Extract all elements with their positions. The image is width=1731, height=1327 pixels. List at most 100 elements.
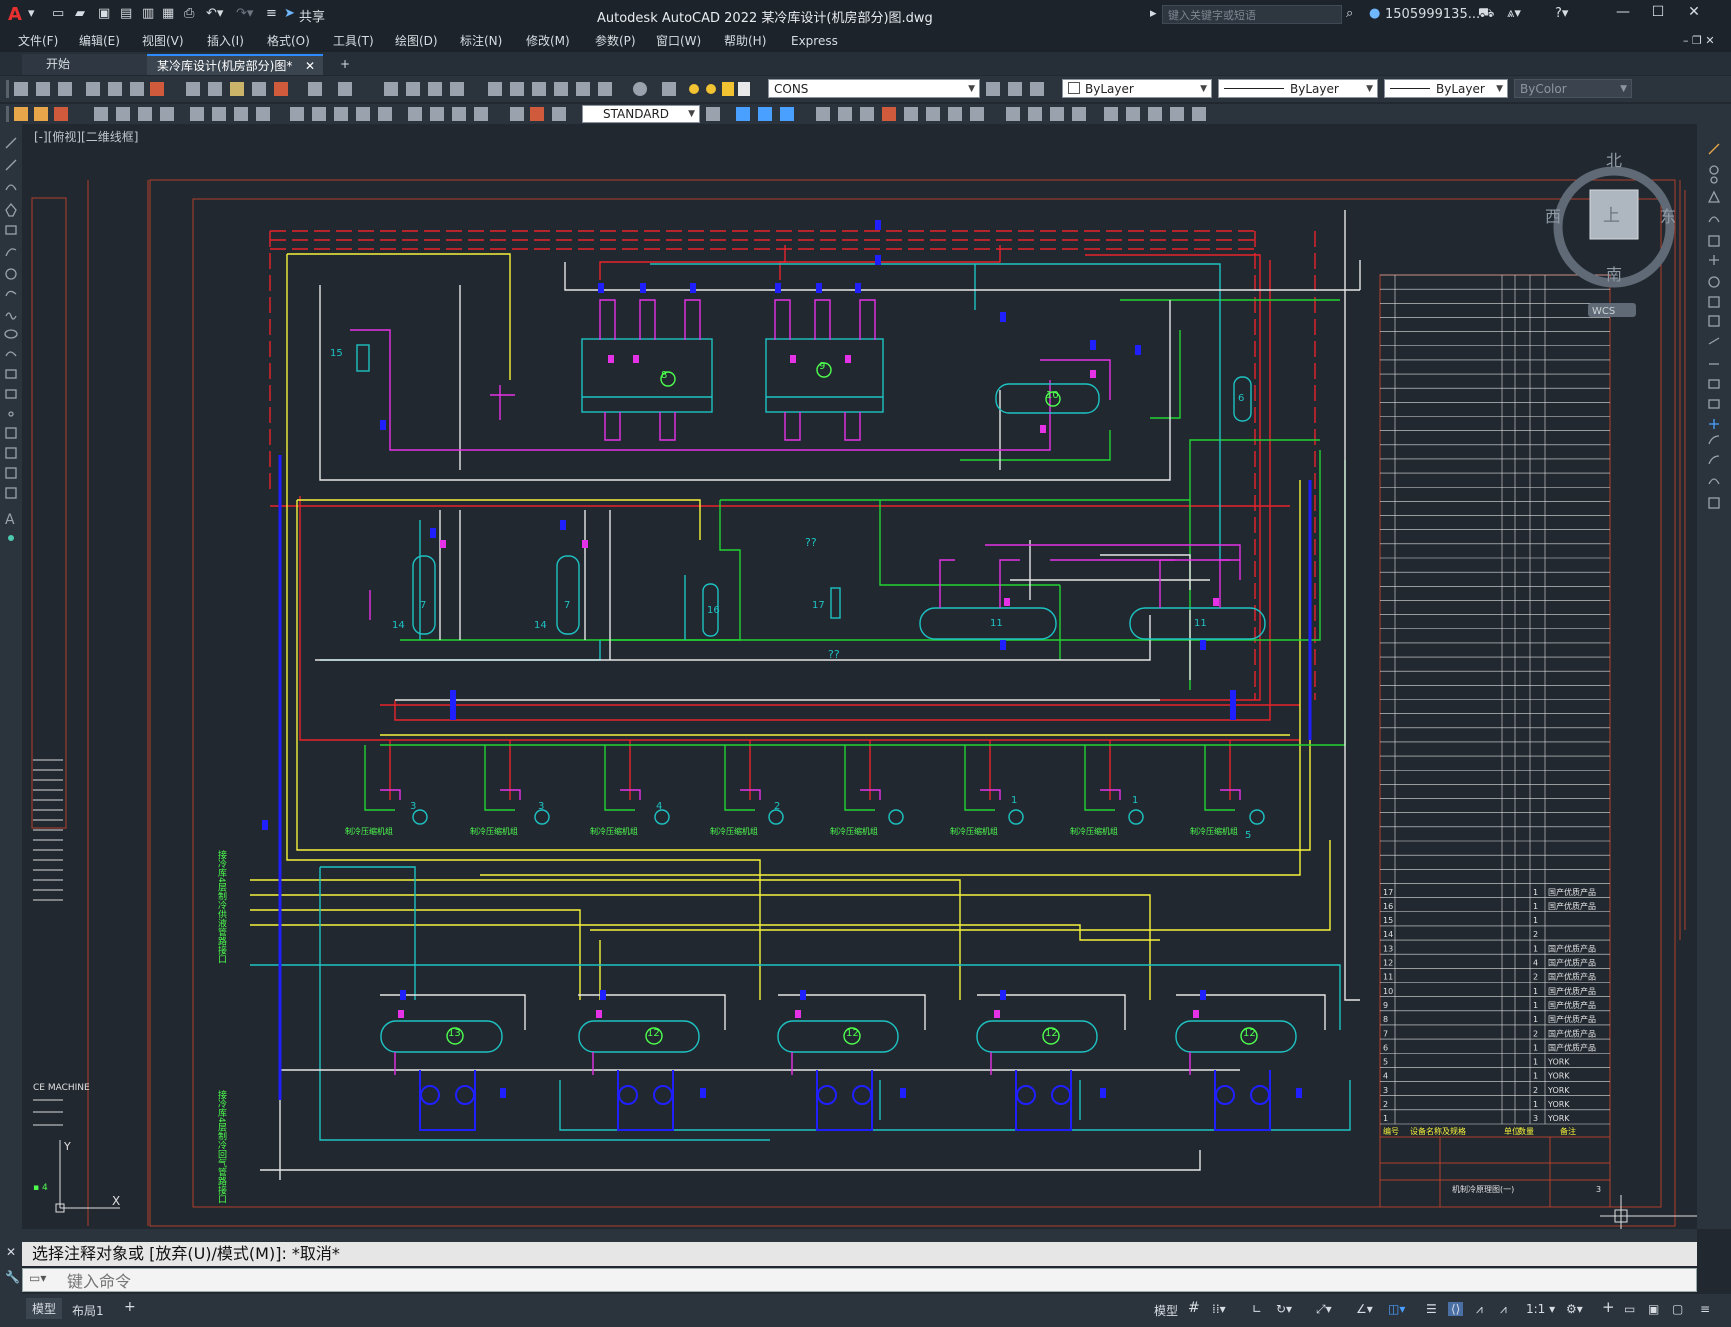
selection-cycling-icon[interactable]: ⩘ bbox=[1476, 1302, 1483, 1317]
lineweight-dropdown[interactable]: ByLayer ▼ bbox=[1384, 79, 1508, 98]
save-as-icon[interactable]: ▤ bbox=[120, 6, 132, 21]
transparency-icon[interactable]: ⟨⟩ bbox=[1448, 1302, 1464, 1316]
user-name[interactable]: 1505999135... bbox=[1385, 7, 1480, 22]
text-style-dropdown[interactable]: STANDARD ▼ bbox=[582, 105, 700, 123]
table-row-qty: 1 bbox=[1533, 1100, 1538, 1109]
menu-parametric[interactable]: 参数(P) bbox=[595, 30, 636, 52]
menu-express[interactable]: Express bbox=[791, 30, 838, 52]
modify-toolbar bbox=[1697, 124, 1731, 1229]
units-icon[interactable]: ▭ bbox=[1624, 1302, 1635, 1316]
isodraft-icon[interactable]: ⤢▾ bbox=[1316, 1302, 1332, 1317]
layer-dropdown[interactable]: CONS ▼ bbox=[768, 79, 980, 98]
maximize-icon[interactable]: ☐ bbox=[1647, 4, 1669, 20]
redo-icon[interactable]: ↷▾ bbox=[236, 6, 253, 21]
linetype-swatch bbox=[1224, 88, 1284, 89]
menu-format[interactable]: 格式(O) bbox=[267, 30, 310, 52]
viewcube-west[interactable]: 西 bbox=[1545, 207, 1561, 226]
toolbar-dimension-icons[interactable] bbox=[0, 104, 1731, 124]
app-menu-arrow-icon[interactable]: ▾ bbox=[28, 6, 35, 21]
table-row-note: YORK bbox=[1547, 1114, 1570, 1123]
object-snap-tracking-icon[interactable]: ∠▾ bbox=[1356, 1302, 1373, 1316]
command-input[interactable] bbox=[65, 1271, 1569, 1291]
annotation-scale[interactable]: 1:1 ▾ bbox=[1526, 1302, 1555, 1316]
search-icon[interactable]: ⌕ bbox=[1346, 6, 1353, 21]
doc-window-controls[interactable]: – ❐ ✕ bbox=[1683, 30, 1715, 52]
hardware-acceleration-icon[interactable]: ▣ bbox=[1648, 1302, 1659, 1316]
help-icon[interactable]: ?▾ bbox=[1555, 6, 1568, 21]
unit-number-label: 3 bbox=[410, 801, 417, 812]
clean-screen-icon[interactable]: ▢ bbox=[1672, 1302, 1683, 1316]
menu-file[interactable]: 文件(F) bbox=[18, 30, 58, 52]
command-handle[interactable]: ✕ 🔧 bbox=[0, 1229, 22, 1294]
lineweight-icon[interactable]: ☰ bbox=[1426, 1302, 1437, 1316]
menu-draw[interactable]: 绘图(D) bbox=[395, 30, 438, 52]
color-dropdown[interactable]: ByLayer ▼ bbox=[1062, 79, 1212, 98]
customize-qa-icon[interactable]: ≡ bbox=[266, 6, 277, 21]
open-web-icon[interactable]: ▥ bbox=[142, 6, 154, 21]
viewcube-south[interactable]: 南 bbox=[1606, 265, 1622, 284]
customize-icon[interactable]: 🔧 bbox=[5, 1270, 20, 1284]
save-icon[interactable]: ▣ bbox=[98, 6, 110, 21]
close-command-icon[interactable]: ✕ bbox=[6, 1245, 16, 1259]
autocad-logo[interactable]: A bbox=[8, 4, 22, 25]
plot-icon[interactable]: ⎙ bbox=[184, 6, 194, 21]
menu-help[interactable]: 帮助(H) bbox=[724, 30, 766, 52]
menu-insert[interactable]: 插入(I) bbox=[207, 30, 244, 52]
search-input[interactable]: 键入关键字或短语 bbox=[1162, 5, 1342, 24]
equipment-number-label: 12 bbox=[1045, 1028, 1058, 1039]
viewcube-north[interactable]: 北 bbox=[1606, 151, 1622, 170]
grid-icon[interactable]: # bbox=[1188, 1300, 1200, 1316]
annotation-monitor-icon[interactable]: + bbox=[1602, 1298, 1615, 1316]
close-icon[interactable]: ✕ bbox=[1683, 4, 1705, 20]
customization-icon[interactable]: ≡ bbox=[1700, 1302, 1710, 1316]
search-expand-icon[interactable]: ▸ bbox=[1150, 6, 1157, 21]
table-row-qty: 1 bbox=[1533, 916, 1538, 925]
tab-start[interactable]: 开始 bbox=[22, 54, 147, 75]
autodesk-app-icon[interactable]: ⩓▾ bbox=[1507, 6, 1521, 21]
object-snap-icon[interactable]: ◫▾ bbox=[1388, 1302, 1405, 1316]
plotstyle-dropdown[interactable]: ByColor ▼ bbox=[1514, 79, 1632, 98]
annotation-scale-value: 1:1 bbox=[1526, 1302, 1546, 1316]
new-tab-button[interactable]: + bbox=[330, 54, 360, 75]
table-row-number: 14 bbox=[1383, 930, 1393, 939]
tab-close-icon[interactable]: ✕ bbox=[305, 56, 315, 77]
viewcube-top[interactable]: 上 bbox=[1603, 206, 1620, 226]
menu-window[interactable]: 窗口(W) bbox=[656, 30, 701, 52]
add-layout-icon[interactable]: + bbox=[124, 1299, 136, 1315]
sheet-number: 3 bbox=[1596, 1185, 1601, 1194]
layout-tab-model[interactable]: 模型 bbox=[26, 1298, 63, 1319]
modify-tool-icons[interactable] bbox=[1697, 124, 1731, 544]
model-space-button[interactable]: 模型 bbox=[1154, 1302, 1178, 1319]
share-button[interactable]: 共享 bbox=[299, 6, 325, 25]
drawing-graphics[interactable]: CE MACHINE ▪ 4 Y X 17 1 国产优质产品16 1 国产优质产… bbox=[22, 124, 1697, 1229]
menu-dimension[interactable]: 标注(N) bbox=[460, 30, 502, 52]
share-icon[interactable]: ➤ bbox=[284, 6, 295, 21]
tab-active-drawing[interactable]: 某冷库设计(机房部分)图* ✕ bbox=[147, 54, 323, 75]
ortho-icon[interactable]: ∟ bbox=[1252, 1302, 1262, 1316]
crosshair-cursor bbox=[1600, 1195, 1697, 1229]
menu-view[interactable]: 视图(V) bbox=[142, 30, 184, 52]
menu-edit[interactable]: 编辑(E) bbox=[79, 30, 120, 52]
polar-icon[interactable]: ↻▾ bbox=[1276, 1302, 1292, 1316]
cart-icon[interactable]: ⛟ bbox=[1478, 6, 1494, 23]
draw-tool-icons[interactable]: A bbox=[0, 124, 22, 604]
snap-icon[interactable]: ⁞⁞▾ bbox=[1212, 1302, 1226, 1316]
open-file-icon[interactable]: ▰ bbox=[75, 6, 85, 21]
undo-icon[interactable]: ↶▾ bbox=[206, 6, 223, 21]
annotation-visibility-icon[interactable]: ⩘ bbox=[1500, 1302, 1507, 1317]
workspace-gear-icon[interactable]: ⚙▾ bbox=[1566, 1302, 1583, 1316]
command-prompt-icon[interactable]: ▭▾ bbox=[29, 1271, 46, 1285]
linetype-dropdown[interactable]: ByLayer ▼ bbox=[1218, 79, 1378, 98]
layout-tab-1[interactable]: 布局1 bbox=[72, 1302, 104, 1319]
save-web-icon[interactable]: ▦ bbox=[162, 6, 174, 21]
drawing-canvas[interactable]: [-][俯视][二维线框] CE MACHINE ▪ 4 Y X 17 1 国产… bbox=[22, 124, 1697, 1229]
user-icon[interactable]: ● bbox=[1369, 6, 1380, 21]
menu-modify[interactable]: 修改(M) bbox=[526, 30, 570, 52]
command-line[interactable]: ▭▾ bbox=[22, 1268, 1697, 1292]
menu-tools[interactable]: 工具(T) bbox=[333, 30, 374, 52]
new-file-icon[interactable]: ▭ bbox=[52, 6, 64, 21]
viewcube-east[interactable]: 东 bbox=[1660, 207, 1676, 226]
minimize-icon[interactable]: — bbox=[1612, 4, 1634, 20]
chevron-down-icon: ▼ bbox=[1496, 84, 1503, 94]
wcs-menu[interactable]: WCS bbox=[1592, 306, 1615, 317]
